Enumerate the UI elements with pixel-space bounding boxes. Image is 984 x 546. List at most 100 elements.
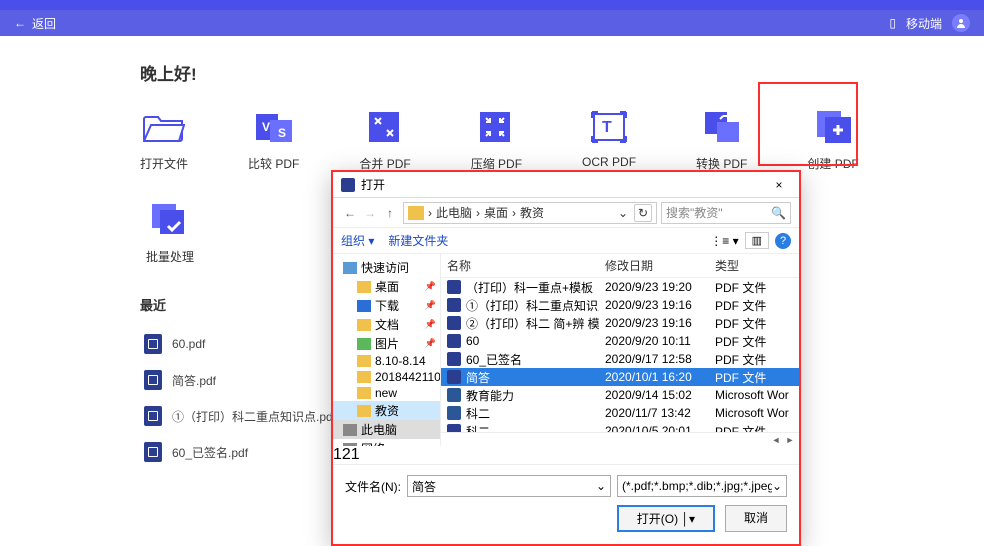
action-ocr-pdf[interactable]: T OCR PDF <box>582 109 636 172</box>
pdf-file-icon <box>144 334 162 354</box>
filter-value: (*.pdf;*.bmp;*.dib;*.jpg;*.jpeg <box>622 479 772 493</box>
cancel-button[interactable]: 取消 <box>725 505 787 532</box>
file-row[interactable]: （打印）科一重点+模板2020/9/23 19:20PDF 文件 <box>441 278 799 296</box>
tree-item[interactable]: 桌面📌 <box>333 277 440 296</box>
tree-label: 文档 <box>375 316 399 333</box>
breadcrumb[interactable]: ›此电脑 ›桌面 ›教资 ⌄↻ <box>403 202 657 224</box>
nav-back-icon[interactable]: ← <box>341 204 359 222</box>
tree-label: 201844211006 <box>375 370 441 384</box>
tree-item[interactable]: 快速访问 <box>333 258 440 277</box>
file-type: PDF 文件 <box>709 369 799 386</box>
file-row[interactable]: 602020/9/20 10:11PDF 文件 <box>441 332 799 350</box>
col-name[interactable]: 名称 <box>441 254 599 277</box>
chevron-down-icon: ⌄ <box>772 479 782 493</box>
search-input[interactable]: 搜索"教资" 🔍 <box>661 202 791 224</box>
nav-forward-icon[interactable]: → <box>361 204 379 222</box>
file-type: PDF 文件 <box>709 423 799 433</box>
pin-icon: 📌 <box>425 338 436 349</box>
tree-item[interactable]: 8.10-8.14 <box>333 353 440 369</box>
breadcrumb-part[interactable]: 教资 <box>520 204 544 221</box>
file-row[interactable]: 科二2020/11/7 13:42Microsoft Wor <box>441 404 799 422</box>
file-row[interactable]: ②（打印）科二 简+辨 模板2020/9/23 19:16PDF 文件 <box>441 314 799 332</box>
breadcrumb-part[interactable]: 此电脑 <box>436 204 472 221</box>
tree-item[interactable]: 教资 <box>333 401 440 420</box>
pdf-file-icon <box>447 352 461 366</box>
horizontal-scrollbar[interactable]: ◄ ► <box>441 432 799 446</box>
tree-item[interactable]: 201844211006 <box>333 369 440 385</box>
avatar[interactable] <box>952 14 970 32</box>
action-open-file[interactable]: 打开文件 <box>140 109 188 172</box>
close-button[interactable]: × <box>767 178 791 192</box>
nav-up-icon[interactable]: ↑ <box>381 204 399 222</box>
file-date: 2020/9/17 12:58 <box>599 352 709 366</box>
col-type[interactable]: 类型 <box>709 254 799 277</box>
file-type-filter[interactable]: (*.pdf;*.bmp;*.dib;*.jpg;*.jpeg⌄ <box>617 475 787 497</box>
batch-process[interactable]: 批量处理 <box>140 202 200 265</box>
filename-input[interactable]: 简答⌄ <box>407 475 611 497</box>
tree-item[interactable]: new <box>333 385 440 401</box>
file-date: 2020/10/1 16:20 <box>599 370 709 384</box>
file-list: （打印）科一重点+模板2020/9/23 19:20PDF 文件①（打印）科二重… <box>441 278 799 432</box>
file-type: PDF 文件 <box>709 279 799 296</box>
file-name: 教育能力 <box>466 387 514 404</box>
word-file-icon <box>447 388 461 402</box>
pdf-file-icon <box>447 424 461 432</box>
chevron-down-icon[interactable]: ⌄ <box>618 206 628 220</box>
action-compare-pdf[interactable]: VS 比较 PDF <box>248 109 299 172</box>
action-label: OCR PDF <box>582 155 636 169</box>
back-button[interactable]: ← 返回 <box>14 15 56 32</box>
help-icon[interactable]: ? <box>775 233 791 249</box>
tree-item[interactable]: 文档 📌 <box>333 315 440 334</box>
file-date: 2020/9/20 10:11 <box>599 334 709 348</box>
view-mode-button[interactable]: ⋮≡ ▾ <box>710 234 738 248</box>
folder-icon <box>408 206 424 220</box>
action-convert-pdf[interactable]: 转换 PDF <box>696 109 747 172</box>
tree-item[interactable]: 下载📌 <box>333 296 440 315</box>
folder-icon <box>343 262 357 274</box>
pin-icon: 📌 <box>425 281 436 292</box>
pdf-file-icon <box>447 316 461 330</box>
file-name: 科二 <box>466 423 490 433</box>
search-icon: 🔍 <box>771 206 786 220</box>
action-create-pdf[interactable]: 创建 PDF <box>807 109 858 172</box>
tree-item[interactable]: 此电脑 <box>333 420 440 439</box>
back-arrow-icon: ← <box>14 16 26 30</box>
action-compress-pdf[interactable]: 压缩 PDF <box>471 109 522 172</box>
file-row[interactable]: 科二2020/10/5 20:01PDF 文件 <box>441 422 799 432</box>
folder-icon <box>343 424 357 436</box>
organize-menu[interactable]: 组织 ▾ <box>341 232 374 249</box>
mobile-label[interactable]: 移动端 <box>906 15 942 32</box>
pdf-file-icon <box>144 370 162 390</box>
file-row[interactable]: ①（打印）科二重点知识点2020/9/23 19:16PDF 文件 <box>441 296 799 314</box>
pin-icon: 📌 <box>425 319 436 330</box>
pdf-file-icon <box>447 334 461 348</box>
file-row[interactable]: 简答2020/10/1 16:20PDF 文件 <box>441 368 799 386</box>
scroll-right-icon[interactable]: ► <box>783 434 797 446</box>
recent-label: 60_已签名.pdf <box>172 444 248 461</box>
breadcrumb-part[interactable]: 桌面 <box>484 204 508 221</box>
col-date[interactable]: 修改日期 <box>599 254 709 277</box>
tree-label: 下载 <box>375 297 399 314</box>
tree-label: 快速访问 <box>361 259 409 276</box>
file-name: ①（打印）科二重点知识点 <box>466 297 599 314</box>
file-row[interactable]: 60_已签名2020/9/17 12:58PDF 文件 <box>441 350 799 368</box>
search-placeholder: 搜索"教资" <box>666 204 723 221</box>
refresh-icon[interactable]: ↻ <box>634 204 652 222</box>
ocr-icon: T <box>588 109 630 145</box>
file-type: PDF 文件 <box>709 315 799 332</box>
folder-icon <box>343 443 357 447</box>
create-icon <box>812 109 854 145</box>
chevron-down-icon[interactable]: ⌄ <box>596 479 606 493</box>
action-merge-pdf[interactable]: 合并 PDF <box>359 109 410 172</box>
file-row[interactable]: 教育能力2020/9/14 15:02Microsoft Wor <box>441 386 799 404</box>
new-folder-button[interactable]: 新建文件夹 <box>388 232 448 249</box>
tree-item[interactable]: 网络 <box>333 439 440 446</box>
scroll-left-icon[interactable]: ◄ <box>769 434 783 446</box>
tree-label: 网络 <box>361 440 385 446</box>
app-navbar: ← 返回 ▯ 移动端 <box>0 10 984 36</box>
tree-item[interactable]: 图片📌 <box>333 334 440 353</box>
preview-pane-button[interactable]: ▥ <box>745 232 769 249</box>
open-button[interactable]: 打开(O) │▾ <box>617 505 715 532</box>
pdf-file-icon <box>447 370 461 384</box>
file-type: PDF 文件 <box>709 351 799 368</box>
